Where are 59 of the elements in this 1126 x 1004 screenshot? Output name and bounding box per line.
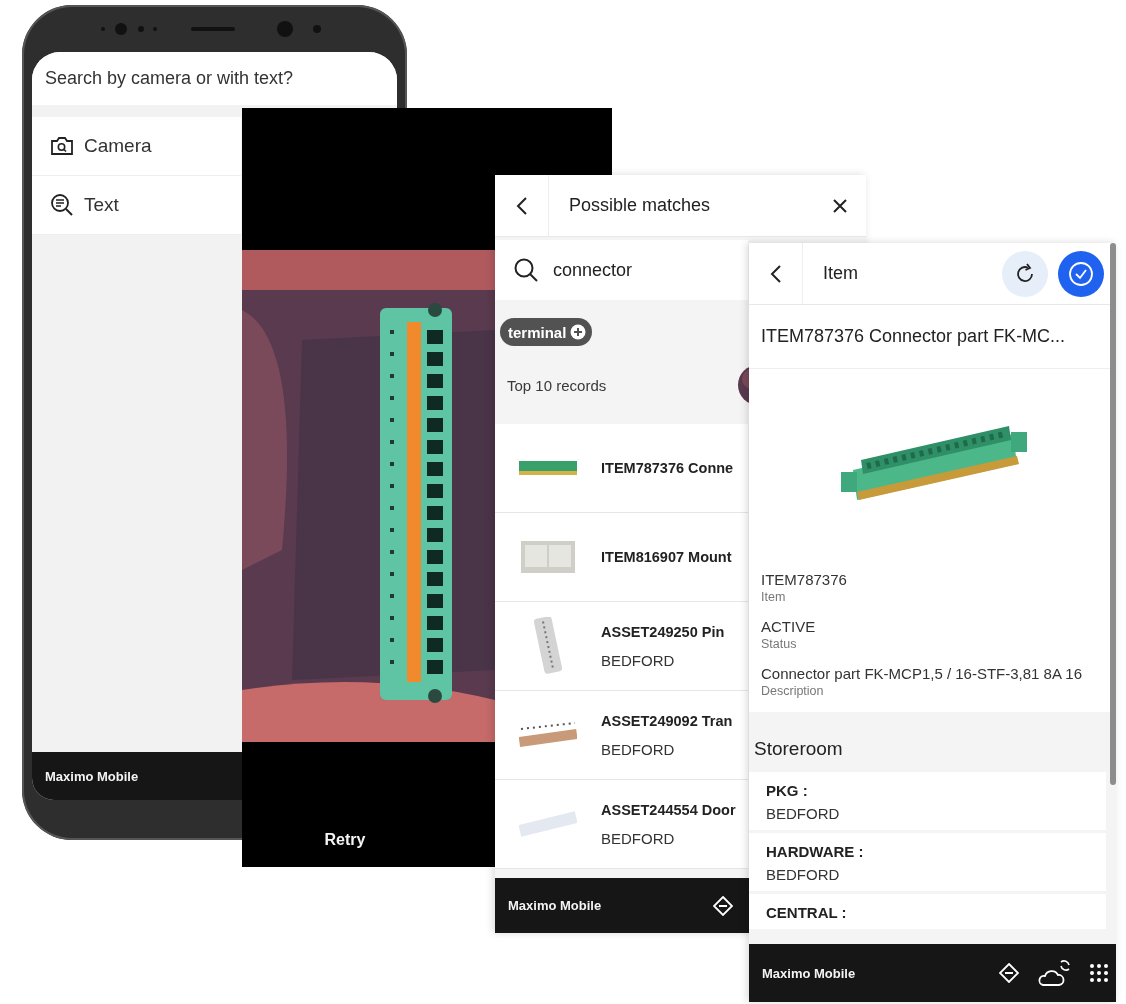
result-item[interactable]: ASSET249250 Pin BEDFORD <box>495 602 748 691</box>
navigator-button[interactable] <box>999 963 1019 983</box>
result-site: BEDFORD <box>601 829 676 847</box>
storeroom-name: PKG : <box>766 782 809 799</box>
add-icon <box>570 324 587 340</box>
field-value: ACTIVE <box>761 618 817 635</box>
result-title: ITEM787376 Conne <box>601 460 734 476</box>
storeroom-site: BEDFORD <box>766 805 841 822</box>
result-title: ITEM816907 Mount <box>601 549 732 565</box>
diamond-icon <box>999 963 1019 983</box>
result-item[interactable]: ASSET244554 Door BEDFORD <box>495 780 748 869</box>
result-title: ASSET244554 Door <box>601 801 736 818</box>
screen-title: Item <box>822 262 859 285</box>
storeroom-card[interactable]: CENTRAL : <box>749 894 1106 929</box>
result-item[interactable]: ASSET249092 Tran BEDFORD <box>495 691 748 780</box>
camera-search-icon <box>50 136 74 156</box>
storeroom-card[interactable]: PKG : BEDFORD <box>749 772 1106 830</box>
app-name: Maximo Mobile <box>45 768 140 784</box>
result-site: BEDFORD <box>601 740 676 758</box>
option-item[interactable]: Camera <box>32 117 241 176</box>
diamond-icon <box>713 895 733 916</box>
search-value: connector <box>553 259 633 281</box>
field-label: Description <box>761 684 825 698</box>
field-label: Item <box>761 590 787 604</box>
tag-chip[interactable]: terminal <box>500 318 593 346</box>
app-name: Maximo Mobile <box>508 898 603 913</box>
section-title: Storeroom <box>753 737 844 761</box>
back-icon <box>515 195 528 216</box>
option-item[interactable]: Text <box>32 176 241 235</box>
result-title: ASSET249092 Tran <box>601 712 733 729</box>
sync-button[interactable] <box>1037 958 1071 988</box>
record-count: Top 10 records <box>507 376 608 394</box>
field-value: ITEM787376 <box>761 571 848 588</box>
field-label: Status <box>761 637 798 651</box>
screen-title: Possible matches <box>568 194 712 217</box>
result-title: ASSET249250 Pin <box>601 623 725 640</box>
apps-button[interactable] <box>1089 963 1109 983</box>
save-button[interactable] <box>1058 250 1104 297</box>
check-circle-icon <box>1067 259 1095 288</box>
result-site: BEDFORD <box>601 651 676 669</box>
search-field[interactable]: connector <box>495 240 748 300</box>
result-item[interactable]: ITEM816907 Mount <box>495 513 748 602</box>
close-icon <box>832 197 848 214</box>
grid-icon <box>1089 963 1109 983</box>
cloud-sync-icon <box>1037 958 1071 988</box>
storeroom-name: HARDWARE : <box>766 843 865 860</box>
app-name: Maximo Mobile <box>762 965 857 981</box>
field-value: Connector part FK-MCP1,5 / 16-STF-3,81 8A 16 <box>761 665 1083 682</box>
navigator-button[interactable] <box>713 895 733 916</box>
refresh-button[interactable] <box>1002 250 1048 297</box>
dialog-title: Search by camera or with text? <box>32 52 397 105</box>
storeroom-name: CENTRAL : <box>766 904 848 921</box>
text-search-icon <box>50 193 74 217</box>
back-icon <box>769 263 782 284</box>
result-item[interactable]: ITEM787376 Conne <box>495 424 748 513</box>
retry-button[interactable]: Retry <box>242 827 448 853</box>
search-icon <box>513 257 539 283</box>
storeroom-card[interactable]: HARDWARE : BEDFORD <box>749 833 1106 891</box>
storeroom-site: BEDFORD <box>766 866 841 883</box>
